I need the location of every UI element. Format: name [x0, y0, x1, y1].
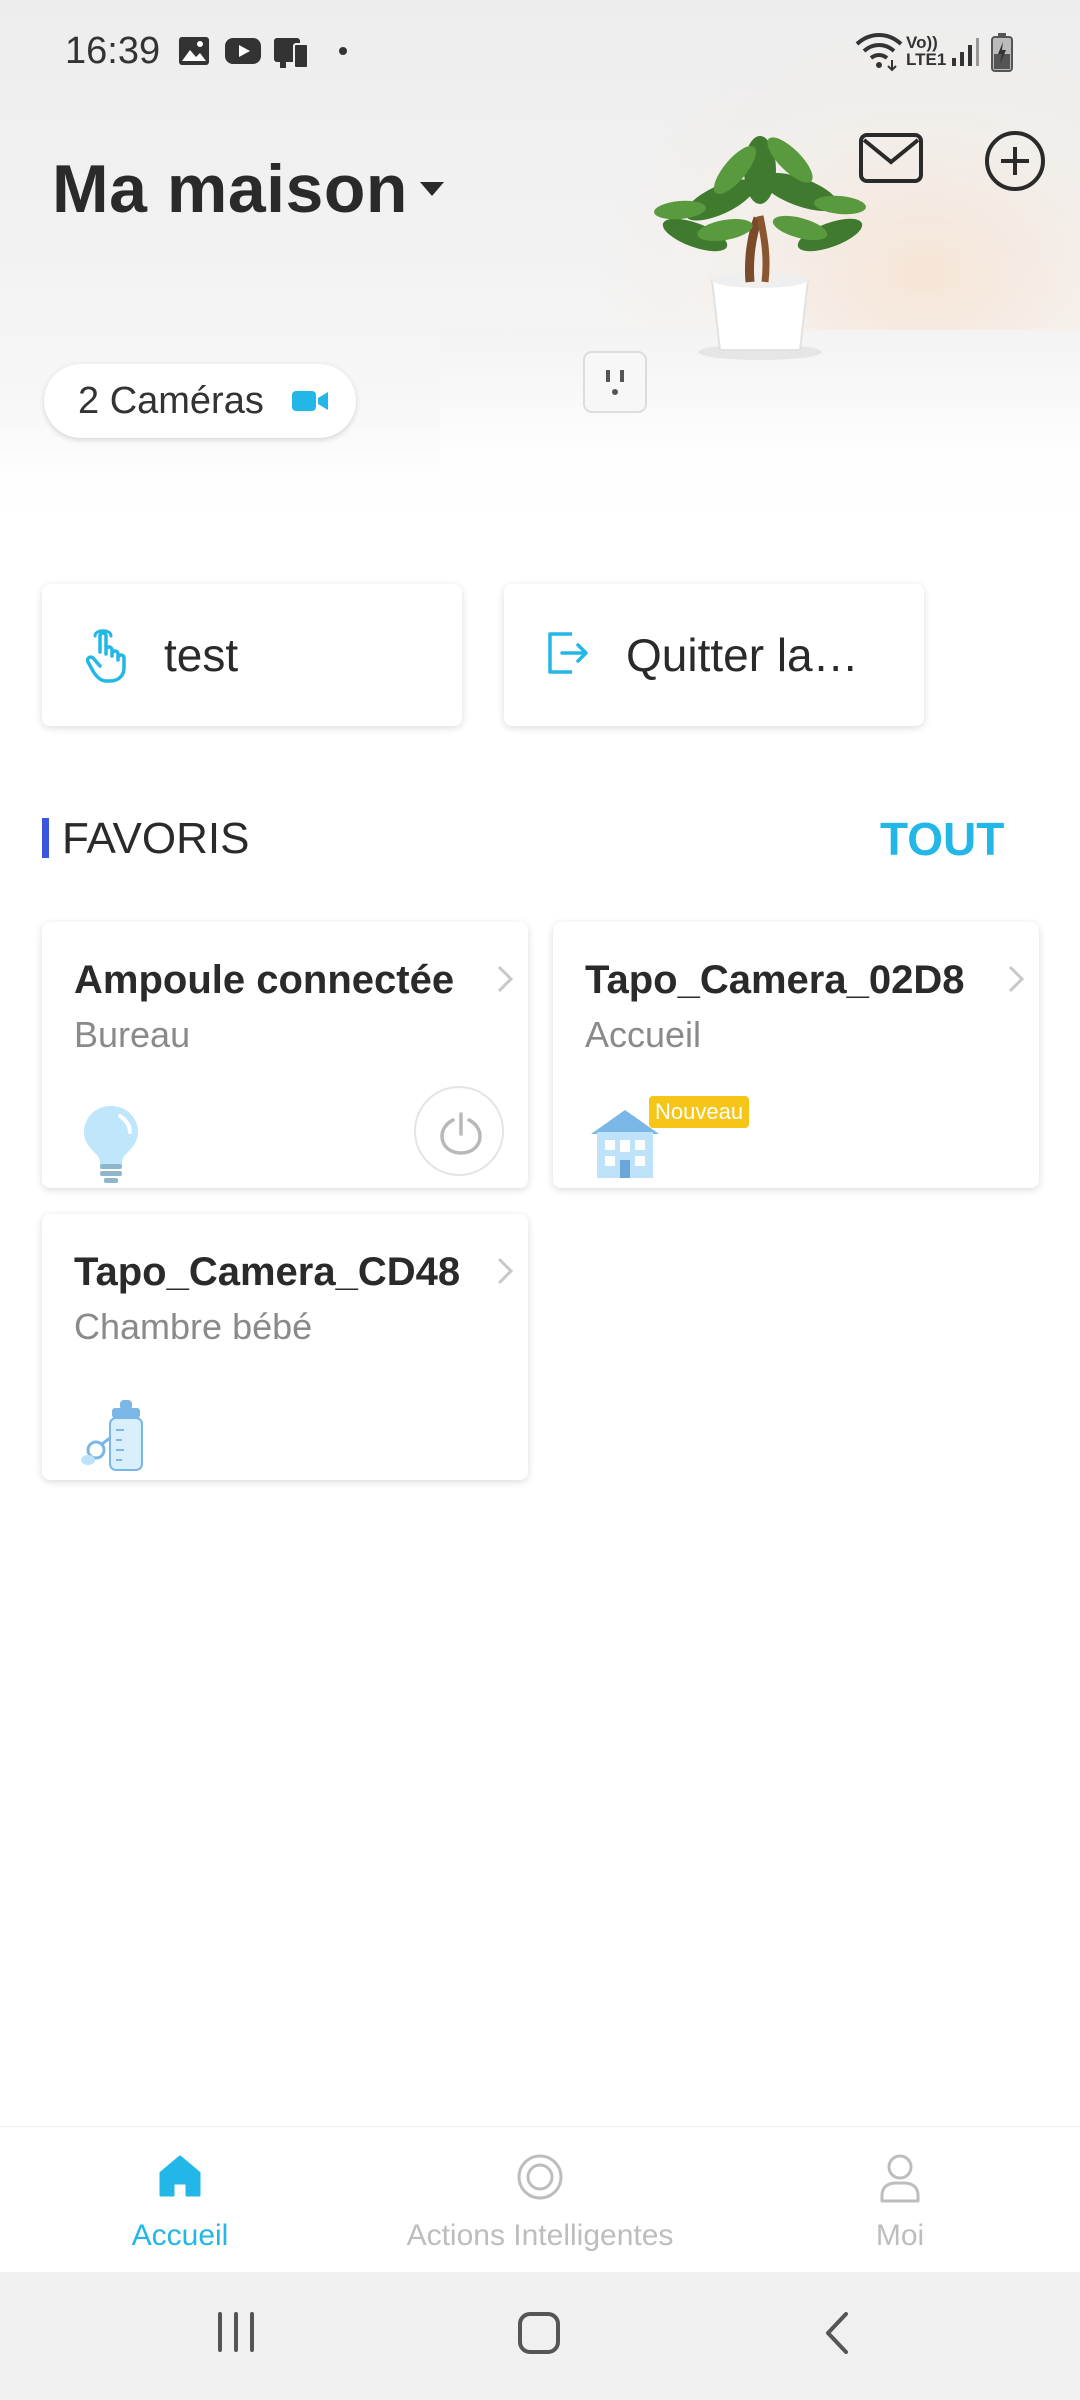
device-room: Bureau [74, 1014, 191, 1055]
home-icon [159, 2155, 201, 2197]
network-label: Vo)) LTE1 [906, 33, 947, 69]
chevron-right-icon [1008, 965, 1025, 993]
chevron-right-icon [497, 965, 514, 993]
quick-action-label: test [164, 629, 239, 681]
power-icon [440, 1112, 482, 1155]
favorites-accent-bar [42, 818, 49, 858]
battery-icon [991, 33, 1013, 72]
nav-item-actions[interactable]: Actions Intelligentes [360, 2127, 720, 2273]
screen: 16:39 Vo)) LTE1 Ma maison 2 Caméras test… [0, 0, 1080, 2400]
notification-dot-icon [339, 47, 347, 55]
exit-icon [548, 632, 588, 674]
signal-icon [952, 38, 979, 66]
back-icon[interactable] [822, 2310, 852, 2356]
plant-illustration [654, 136, 866, 360]
home-name[interactable]: Ma maison [52, 150, 408, 228]
cameras-chip-label: 2 Caméras [78, 379, 264, 422]
baby-bottle-icon [81, 1400, 143, 1471]
gallery-icon [179, 37, 209, 65]
system-navigation-bar [0, 2272, 1080, 2400]
power-toggle-button[interactable] [414, 1086, 504, 1176]
device-card-camera-02d8[interactable]: Tapo_Camera_02D8 Accueil Nouveau [553, 922, 1039, 1188]
favorites-title: FAVORIS [62, 814, 250, 863]
nav-label: Accueil [131, 2219, 229, 2252]
person-icon [880, 2154, 920, 2203]
add-device-icon[interactable] [984, 130, 1046, 192]
nav-label: Actions Intelligentes [406, 2219, 674, 2252]
bottom-navigation: Accueil Actions Intelligentes Moi [0, 2126, 1080, 2272]
hero-fade [0, 420, 1080, 540]
chevron-right-icon [497, 1257, 514, 1285]
video-camera-icon [292, 391, 328, 411]
quick-action-label: Quitter la… [626, 629, 859, 681]
smart-actions-icon [517, 2154, 563, 2200]
device-name: Tapo_Camera_CD48 [74, 1250, 461, 1294]
youtube-icon [225, 38, 261, 64]
device-card-camera-cd48[interactable]: Tapo_Camera_CD48 Chambre bébé [42, 1214, 528, 1480]
see-all-link[interactable]: TOUT [880, 812, 1004, 866]
device-room: Accueil [585, 1014, 702, 1055]
smart-plug-illustration [583, 351, 647, 413]
bulb-icon [84, 1106, 138, 1183]
recent-apps-icon[interactable] [214, 2310, 258, 2354]
device-card-bulb[interactable]: Ampoule connectée Bureau [42, 922, 528, 1188]
nav-item-accueil[interactable]: Accueil [0, 2127, 360, 2273]
status-time: 16:39 [65, 30, 161, 72]
tap-hand-icon [85, 629, 126, 683]
dropdown-caret-icon[interactable] [418, 180, 446, 198]
nav-item-moi[interactable]: Moi [720, 2127, 1080, 2273]
device-room: Chambre bébé [74, 1306, 313, 1347]
quick-action-test[interactable]: test [42, 584, 462, 726]
status-bar: 16:39 Vo)) LTE1 [0, 0, 1080, 105]
home-button-icon[interactable] [516, 2310, 562, 2356]
mail-icon[interactable] [858, 132, 924, 188]
device-icon [274, 38, 309, 69]
new-badge: Nouveau [649, 1096, 750, 1128]
nav-label: Moi [875, 2219, 925, 2252]
quick-action-quit[interactable]: Quitter la… [504, 584, 924, 726]
cameras-chip[interactable]: 2 Caméras [44, 364, 356, 438]
device-name: Ampoule connectée [74, 958, 455, 1002]
wifi-icon [855, 33, 903, 72]
device-name: Tapo_Camera_02D8 [585, 958, 965, 1002]
